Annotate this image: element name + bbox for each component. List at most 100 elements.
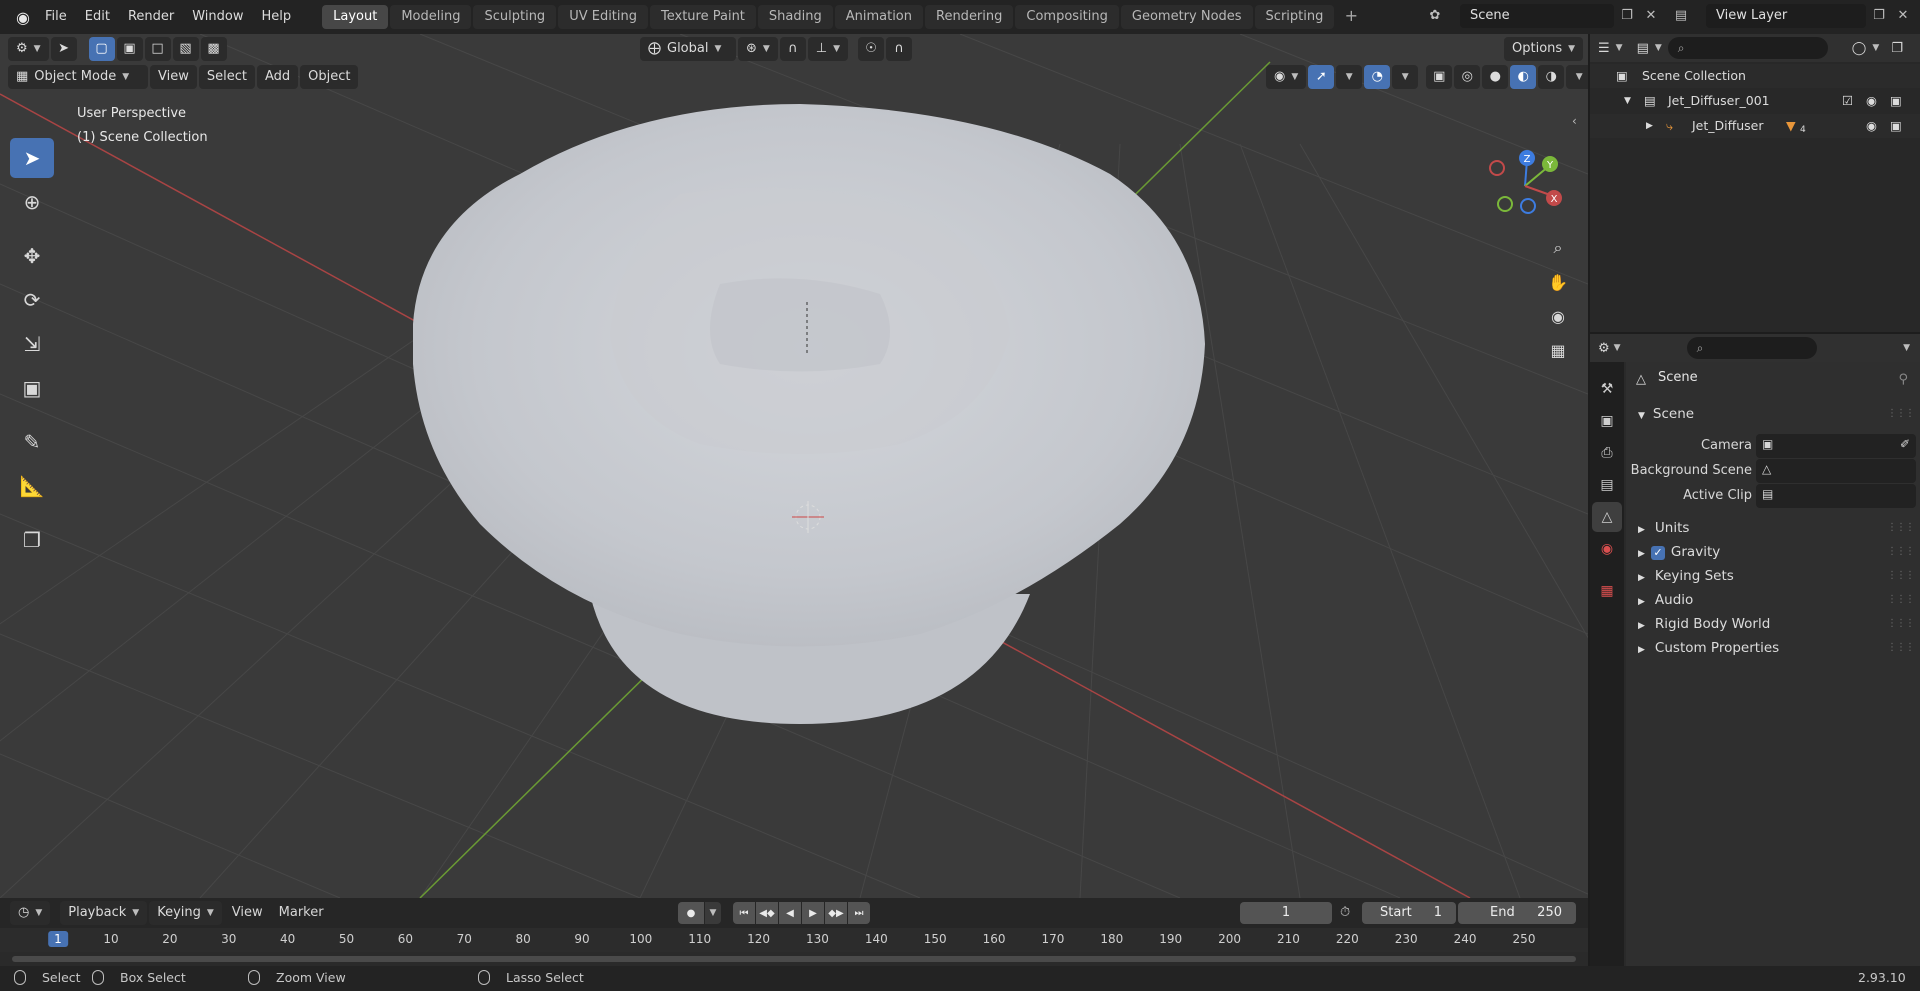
play-reverse-button[interactable]: ◀ — [779, 902, 801, 924]
drag-handle-icon[interactable]: ⋮⋮⋮ — [1887, 522, 1915, 533]
gizmo-neg-z-icon[interactable] — [1520, 198, 1536, 214]
tab-rendering[interactable]: Rendering — [925, 5, 1014, 29]
select-menu[interactable]: Select — [198, 65, 255, 89]
tab-compositing[interactable]: Compositing — [1015, 5, 1119, 29]
start-frame-field[interactable]: Start 1 — [1362, 902, 1456, 924]
panel-scene-header[interactable]: ▼ Scene — [1638, 402, 1694, 426]
record-options-dropdown[interactable]: ▼ — [705, 902, 721, 924]
camera-field[interactable]: ▣ ✐ — [1756, 434, 1916, 458]
outliner-editor-icon[interactable]: ☰ — [1598, 41, 1610, 56]
eyedropper-icon[interactable]: ✐ — [1900, 437, 1910, 451]
select-tool-button[interactable]: ➤ — [50, 37, 77, 61]
display-mode-icon[interactable]: ▤ — [1637, 41, 1649, 56]
jump-to-previous-keyframe-button[interactable]: ◀◆ — [756, 902, 778, 924]
zoom-view-button[interactable]: ⌕ — [1544, 234, 1572, 262]
timeline-view-menu[interactable]: View — [224, 902, 271, 924]
marker-menu[interactable]: Marker — [271, 902, 332, 924]
select-mode-subtract-button[interactable]: □ — [144, 37, 171, 61]
select-mode-intersect-button[interactable]: ▩ — [200, 37, 227, 61]
tool-move[interactable]: ✥ — [10, 236, 54, 276]
add-workspace-button[interactable]: + — [1340, 6, 1362, 28]
gizmo-neg-y-icon[interactable] — [1497, 196, 1513, 212]
pan-view-button[interactable]: ✋ — [1544, 268, 1572, 296]
drag-handle-icon[interactable]: ⋮⋮⋮ — [1887, 618, 1915, 629]
object-mode-dropdown[interactable]: ▦ Object Mode ▼ — [8, 65, 148, 89]
navigation-gizmo[interactable]: Z Y X — [1480, 144, 1570, 224]
tab-animation[interactable]: Animation — [834, 5, 923, 29]
tab-world[interactable]: ◉ — [1592, 534, 1622, 564]
expand-triangle-icon[interactable]: ▶ — [1646, 114, 1653, 138]
visibility-dropdown[interactable]: ◉ ▼ — [1266, 65, 1307, 89]
tab-sculpting[interactable]: Sculpting — [473, 5, 557, 29]
outliner-row-object[interactable]: ▶ ⤷ Jet_Diffuser ▼ 4 ◉ ▣ — [1590, 114, 1920, 138]
tool-select-box[interactable]: ➤ — [10, 138, 54, 178]
stopwatch-icon[interactable]: ⏱ — [1340, 905, 1350, 920]
outliner-search-input[interactable]: ⌕ — [1667, 37, 1828, 59]
view-layer-browse-icon[interactable]: ▤ — [1670, 5, 1692, 27]
current-frame-marker[interactable]: 1 — [48, 931, 68, 947]
camera-render-icon[interactable]: ▣ — [1890, 89, 1902, 113]
panel-rigid-body-world-header[interactable]: ▶ Rigid Body World — [1638, 612, 1770, 636]
tab-scripting[interactable]: Scripting — [1254, 5, 1335, 29]
delete-view-layer-icon[interactable]: ✕ — [1892, 5, 1914, 27]
chevron-down-icon[interactable]: ▼ — [1903, 343, 1910, 353]
sidebar-toggle-icon[interactable]: ‹ — [1572, 114, 1577, 128]
tab-modeling[interactable]: Modeling — [390, 5, 472, 29]
playback-menu[interactable]: Playback ▼ — [60, 901, 148, 925]
play-button[interactable]: ▶ — [802, 902, 824, 924]
menu-edit[interactable]: Edit — [76, 5, 119, 29]
tool-transform[interactable]: ▣ — [10, 368, 54, 408]
shading-dropdown[interactable]: ▼ — [1566, 65, 1588, 89]
gizmo-toggle[interactable]: ➚ — [1308, 65, 1335, 89]
tool-scale[interactable]: ⇲ — [10, 324, 54, 364]
menu-help[interactable]: Help — [253, 5, 301, 29]
menu-file[interactable]: File — [36, 5, 76, 29]
tool-rotate[interactable]: ⟳ — [10, 280, 54, 320]
record-button[interactable]: ● — [678, 902, 704, 924]
current-frame-field[interactable]: 1 — [1240, 902, 1332, 924]
camera-render-icon[interactable]: ▣ — [1890, 114, 1902, 138]
tab-shading[interactable]: Shading — [757, 5, 833, 29]
tab-render[interactable]: ▣ — [1592, 406, 1622, 436]
timeline-editor-type-button[interactable]: ◷ ▼ — [10, 901, 51, 925]
editor-type-button[interactable]: ⚙ ▼ — [8, 37, 49, 61]
end-frame-field[interactable]: End 250 — [1458, 902, 1576, 924]
gravity-checkbox[interactable]: ✓ — [1650, 546, 1665, 560]
tab-output[interactable]: ⎙ — [1592, 438, 1622, 468]
jump-to-start-button[interactable]: ⏮ — [733, 902, 755, 924]
drag-handle-icon[interactable]: ⋮⋮⋮ — [1887, 546, 1915, 557]
proportional-edit-toggle[interactable]: ☉ — [858, 37, 885, 61]
filter-icon[interactable]: ◯ — [1852, 41, 1867, 56]
timeline-ruler[interactable]: 1 10 20 30 40 50 60 70 80 90 100 110 120 130 140 150 160… — [0, 928, 1588, 952]
select-mode-extend-button[interactable]: ▣ — [116, 37, 143, 61]
gizmo-dropdown[interactable]: ▼ — [1336, 65, 1363, 89]
panel-audio-header[interactable]: ▶ Audio — [1638, 588, 1693, 612]
new-collection-icon[interactable]: ❐ — [1891, 41, 1903, 56]
view-menu[interactable]: View — [150, 65, 197, 89]
menu-window[interactable]: Window — [183, 5, 252, 29]
proportional-falloff-dropdown[interactable]: ∩ — [886, 37, 913, 61]
panel-custom-properties-header[interactable]: ▶ Custom Properties — [1638, 636, 1779, 660]
object-menu[interactable]: Object — [300, 65, 359, 89]
timeline-scrollbar[interactable] — [12, 956, 1576, 962]
material-shading-button[interactable]: ◐ — [1510, 65, 1537, 89]
drag-handle-icon[interactable]: ⋮⋮⋮ — [1887, 570, 1915, 581]
outliner-row-collection[interactable]: ▼ ▤ Jet_Diffuser_001 ☑ ◉ ▣ — [1590, 89, 1920, 113]
new-scene-icon[interactable]: ❐ — [1616, 5, 1638, 27]
background-scene-field[interactable]: △ — [1756, 459, 1916, 483]
jet-diffuser-mesh[interactable] — [413, 104, 1205, 724]
toggle-perspective-button[interactable]: ▦ — [1544, 336, 1572, 364]
snap-toggle[interactable]: ∩ — [779, 37, 806, 61]
properties-search-input[interactable]: ⌕ — [1686, 337, 1817, 359]
tab-texture[interactable]: ▦ — [1592, 576, 1622, 606]
delete-scene-icon[interactable]: ✕ — [1640, 5, 1662, 27]
tool-cursor[interactable]: ⊕ — [10, 182, 54, 222]
tab-layout[interactable]: Layout — [322, 5, 389, 29]
select-mode-invert-button[interactable]: ▧ — [172, 37, 199, 61]
3d-viewport[interactable]: ⚙ ▼ ➤ ▢ ▣ □ ▧ ▩ ⨁ Global ▼ ⊛ ▼ ∩ ⊥ ▼ ☉ ∩ Opti… — [0, 34, 1588, 898]
rendered-shading-button[interactable]: ◑ — [1538, 65, 1565, 89]
tab-tool[interactable]: ⚒ — [1592, 374, 1622, 404]
eye-icon[interactable]: ◉ — [1866, 89, 1877, 113]
outliner-row-scene-collection[interactable]: ▣ Scene Collection — [1590, 64, 1920, 88]
tab-scene[interactable]: △ — [1592, 502, 1622, 532]
